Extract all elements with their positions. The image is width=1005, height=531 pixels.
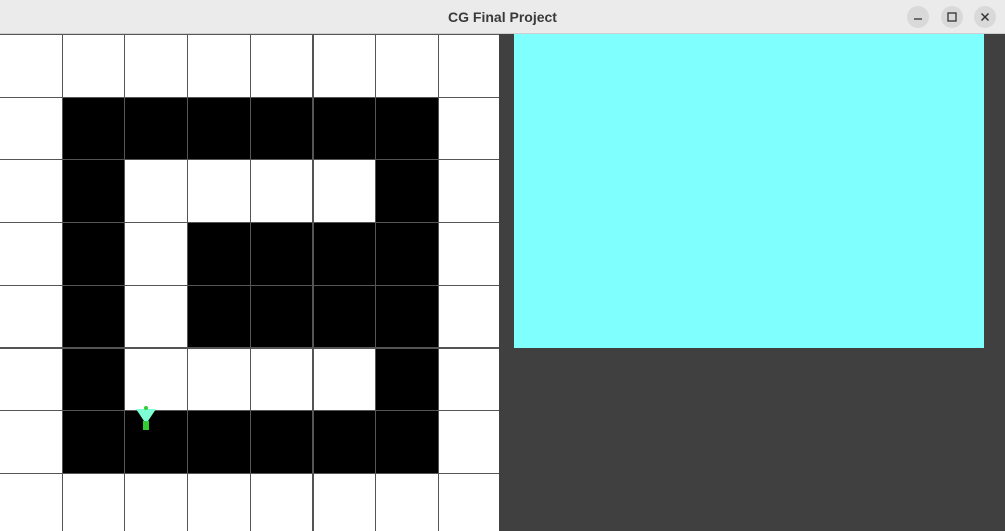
- maze-floor-cell: [375, 34, 439, 98]
- close-button[interactable]: [974, 6, 996, 28]
- maze-wall-cell: [312, 410, 377, 474]
- maze-floor-cell: [312, 159, 377, 224]
- minimize-icon: [914, 18, 922, 20]
- minimize-button[interactable]: [907, 6, 929, 28]
- maze-wall-cell: [124, 96, 189, 161]
- maze-wall-cell: [61, 96, 126, 161]
- maze-floor-cell: [249, 34, 314, 98]
- maze-floor-cell: [0, 34, 63, 98]
- maze-wall-cell: [375, 159, 439, 224]
- maze-floor-cell: [0, 96, 63, 161]
- maze-floor-cell: [187, 34, 251, 98]
- maze-floor-cell: [437, 34, 499, 98]
- maze-map: [0, 34, 499, 531]
- first-person-view: [514, 34, 984, 348]
- maze-floor-cell: [187, 472, 251, 531]
- maze-floor-cell: [0, 410, 63, 474]
- maze-floor-cell: [249, 159, 314, 224]
- maze-wall-cell: [61, 222, 126, 286]
- maze-wall-cell: [61, 410, 126, 474]
- maze-wall-cell: [187, 410, 251, 474]
- maze-wall-cell: [249, 96, 314, 161]
- maze-wall-cell: [187, 96, 251, 161]
- maze-floor-cell: [437, 222, 499, 286]
- maze-wall-cell: [312, 222, 377, 286]
- maze-wall-cell: [61, 159, 126, 224]
- maze-floor-cell: [437, 472, 499, 531]
- maze-wall-cell: [249, 410, 314, 474]
- maze-floor-cell: [437, 159, 499, 224]
- maze-floor-cell: [124, 222, 189, 286]
- maze-floor-cell: [249, 472, 314, 531]
- maze-floor-cell: [0, 347, 63, 412]
- maze-wall-cell: [375, 96, 439, 161]
- maze-floor-cell: [312, 472, 377, 531]
- maze-floor-cell: [124, 472, 189, 531]
- maze-wall-cell: [375, 347, 439, 412]
- player-agent-icon: [136, 406, 156, 430]
- maze-wall-cell: [187, 284, 251, 349]
- maze-wall-cell: [249, 284, 314, 349]
- maze-wall-cell: [312, 96, 377, 161]
- maze-wall-cell: [375, 410, 439, 474]
- maze-wall-cell: [312, 284, 377, 349]
- maze-floor-cell: [187, 347, 251, 412]
- maze-floor-cell: [187, 159, 251, 224]
- maze-wall-cell: [187, 222, 251, 286]
- maze-floor-cell: [437, 96, 499, 161]
- maximize-icon: [947, 12, 957, 22]
- window-title: CG Final Project: [448, 9, 557, 25]
- maze-floor-cell: [61, 472, 126, 531]
- maze-floor-cell: [0, 284, 63, 349]
- maze-floor-cell: [375, 472, 439, 531]
- maze-wall-cell: [61, 347, 126, 412]
- maze-floor-cell: [437, 410, 499, 474]
- maze-floor-cell: [0, 472, 63, 531]
- maze-floor-cell: [312, 34, 377, 98]
- maze-floor-cell: [124, 159, 189, 224]
- maze-floor-cell: [249, 347, 314, 412]
- maze-floor-cell: [437, 347, 499, 412]
- maze-floor-cell: [0, 222, 63, 286]
- maze-floor-cell: [124, 347, 189, 412]
- maze-wall-cell: [375, 284, 439, 349]
- close-icon: [980, 12, 990, 22]
- maze-floor-cell: [61, 34, 126, 98]
- window-titlebar[interactable]: CG Final Project: [0, 0, 1005, 34]
- maze-floor-cell: [312, 347, 377, 412]
- view-panel: [499, 34, 1005, 531]
- maze-wall-cell: [249, 222, 314, 286]
- maze-floor-cell: [124, 34, 189, 98]
- maze-floor-cell: [0, 159, 63, 224]
- maze-wall-cell: [61, 284, 126, 349]
- maximize-button[interactable]: [941, 6, 963, 28]
- maze-floor-cell: [124, 284, 189, 349]
- maze-floor-cell: [437, 284, 499, 349]
- maze-wall-cell: [375, 222, 439, 286]
